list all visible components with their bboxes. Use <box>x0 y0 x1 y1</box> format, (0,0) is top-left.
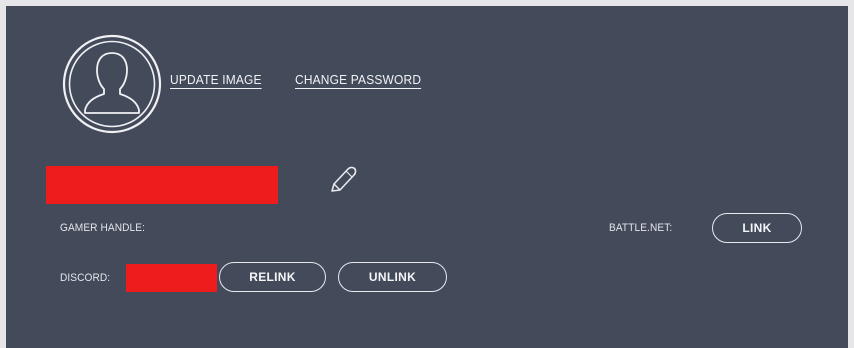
update-image-link[interactable]: UPDATE IMAGE <box>170 72 262 87</box>
discord-unlink-button[interactable]: UNLINK <box>338 262 447 292</box>
discord-label: DISCORD: <box>60 272 111 284</box>
pencil-icon[interactable] <box>326 163 358 197</box>
discord-relink-button[interactable]: RELINK <box>219 262 326 292</box>
profile-panel: UPDATE IMAGE CHANGE PASSWORD GAMER HANDL… <box>6 6 848 348</box>
redacted-discord-handle <box>126 264 217 292</box>
gamer-handle-label: GAMER HANDLE: <box>60 222 145 234</box>
battlenet-label: BATTLE.NET: <box>609 222 673 234</box>
battlenet-link-button[interactable]: LINK <box>712 213 802 243</box>
user-silhouette-icon[interactable] <box>61 33 163 135</box>
redacted-username <box>46 166 278 204</box>
change-password-link[interactable]: CHANGE PASSWORD <box>295 72 421 87</box>
